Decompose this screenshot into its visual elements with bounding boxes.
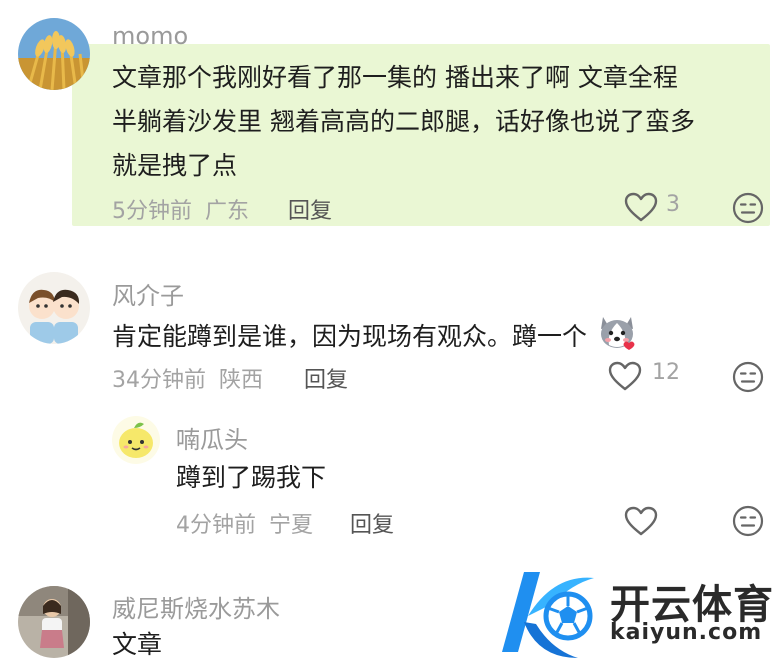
comment-time: 5分钟前 bbox=[112, 199, 192, 224]
dislike-button[interactable] bbox=[732, 192, 764, 228]
comment-text: 文章那个我刚好看了那一集的 播出来了啊 文章全程 半躺着沙发里 翘着高高的二郎腿… bbox=[112, 56, 695, 188]
comment-text-line: 半躺着沙发里 翘着高高的二郎腿，话好像也说了蛮多 bbox=[112, 107, 695, 136]
avatar[interactable] bbox=[18, 18, 90, 90]
like-button[interactable] bbox=[624, 192, 658, 226]
heart-outline-icon bbox=[624, 192, 658, 222]
wheat-field-avatar-icon bbox=[18, 18, 90, 90]
like-count: 12 bbox=[652, 360, 680, 385]
comment-meta: 34分钟前 陕西 bbox=[112, 362, 263, 394]
reply-button[interactable]: 回复 bbox=[304, 362, 348, 394]
avatar[interactable] bbox=[18, 272, 90, 344]
comment-time: 34分钟前 bbox=[112, 368, 206, 393]
husky-dog-emoji-icon bbox=[600, 317, 635, 350]
dislike-button[interactable] bbox=[732, 505, 764, 541]
reply-username[interactable]: 喃瓜头 bbox=[176, 420, 248, 455]
lemon-character-avatar-icon bbox=[112, 416, 160, 464]
comment-username[interactable]: 风介子 bbox=[112, 276, 184, 311]
avatar[interactable] bbox=[112, 416, 160, 464]
like-button[interactable] bbox=[608, 361, 642, 395]
kaiyun-k-ball-logo-icon bbox=[502, 572, 594, 658]
reply-button[interactable]: 回复 bbox=[350, 507, 394, 539]
comment-time: 4分钟前 bbox=[176, 513, 256, 538]
comment-location: 陕西 bbox=[219, 368, 264, 393]
like-count: 3 bbox=[666, 192, 680, 217]
comment-text-line: 肯定能蹲到是谁，因为现场有观众。蹲一个 bbox=[112, 322, 588, 351]
photo-person-avatar-icon bbox=[18, 586, 90, 658]
comment-location: 广东 bbox=[205, 199, 250, 224]
kaiyun-watermark-logo: 开云体育 kaiyun.com bbox=[494, 564, 780, 664]
like-button[interactable] bbox=[624, 506, 658, 540]
neutral-face-icon bbox=[732, 505, 764, 537]
avatar[interactable] bbox=[18, 586, 90, 658]
comment-meta: 5分钟前 广东 bbox=[112, 193, 249, 225]
comment-username[interactable]: 威尼斯烧水苏木 bbox=[112, 589, 280, 624]
neutral-face-icon bbox=[732, 361, 764, 393]
reply-meta: 4分钟前 宁夏 bbox=[176, 507, 313, 539]
comment-text: 文章 bbox=[112, 623, 162, 667]
comment-text-line: 文章那个我刚好看了那一集的 播出来了啊 文章全程 bbox=[112, 63, 678, 92]
reply-button[interactable]: 回复 bbox=[288, 193, 332, 225]
comment-text-line: 文章 bbox=[112, 630, 163, 659]
comment-location: 宁夏 bbox=[269, 513, 314, 538]
comment-text: 肯定能蹲到是谁，因为现场有观众。蹲一个 bbox=[112, 311, 637, 365]
neutral-face-icon bbox=[732, 192, 764, 224]
heart-outline-icon bbox=[608, 361, 642, 391]
comment-text-line: 蹲到了踢我下 bbox=[176, 463, 327, 492]
cartoon-couple-avatar-icon bbox=[18, 272, 90, 344]
watermark-subtitle: kaiyun.com bbox=[610, 620, 763, 645]
dog-emoji-sticker bbox=[597, 311, 637, 365]
comment-username[interactable]: momo bbox=[112, 22, 188, 50]
heart-outline-icon bbox=[624, 506, 658, 536]
reply-text: 蹲到了踢我下 bbox=[176, 456, 326, 500]
comment-text-line: 就是拽了点 bbox=[112, 151, 238, 180]
dislike-button[interactable] bbox=[732, 361, 764, 397]
